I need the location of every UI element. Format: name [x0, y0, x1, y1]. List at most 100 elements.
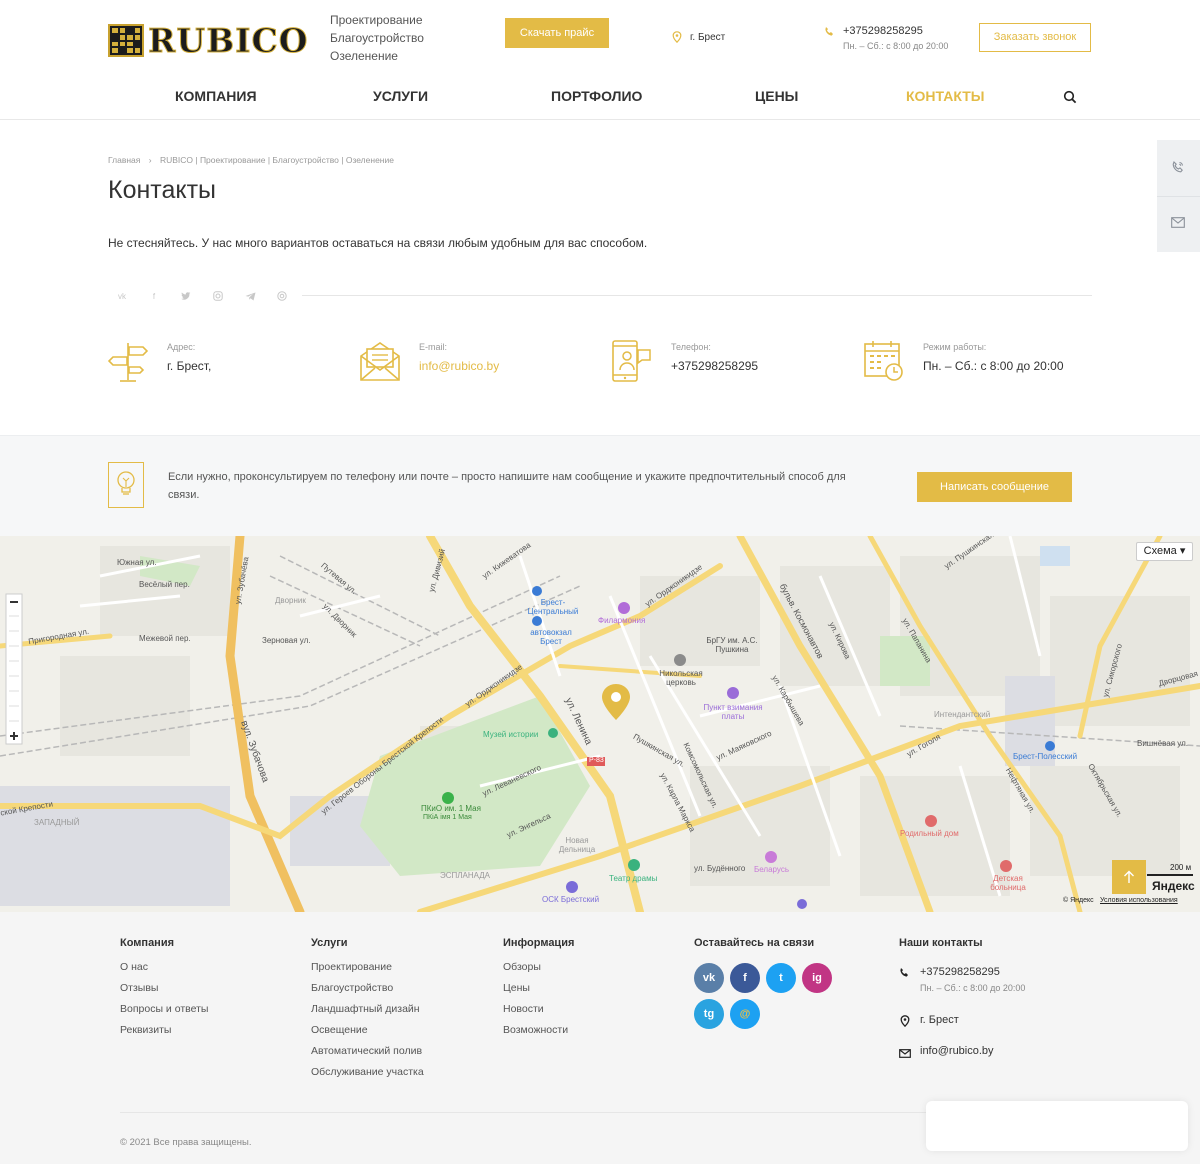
- map-label: ПКіА імя 1 Мая: [423, 814, 472, 821]
- envelope-icon: [899, 1049, 911, 1058]
- footer-col-title: Компания: [120, 937, 175, 949]
- yandex-map[interactable]: Южная ул. Весёлый пер. Пригородная ул. М…: [0, 536, 1200, 912]
- breadcrumb: Главная › RUBICO | Проектирование | Благ…: [108, 155, 400, 165]
- map-label: Никольская церковь: [659, 669, 703, 687]
- footer-link[interactable]: Освещение: [311, 1024, 424, 1045]
- logo-text: RUBICO: [148, 21, 309, 61]
- footer-link[interactable]: О нас: [120, 961, 208, 982]
- contact-label: Телефон:: [671, 342, 711, 352]
- footer-link[interactable]: Автоматический полив: [311, 1045, 424, 1066]
- footer-link[interactable]: Ландшафтный дизайн: [311, 1003, 424, 1024]
- phone-call-icon[interactable]: [1171, 160, 1185, 174]
- email-icon[interactable]: [274, 290, 290, 302]
- map-label: Зерновая ул.: [262, 636, 311, 645]
- map-canvas[interactable]: [0, 536, 1200, 912]
- map-label: Дворник: [275, 596, 306, 605]
- lightbulb-icon: [108, 462, 144, 508]
- footer-col-title: Наши контакты: [899, 937, 983, 949]
- footer-link[interactable]: Реквизиты: [120, 1024, 208, 1045]
- footer-col-contacts: Наши контакты: [899, 937, 983, 961]
- footer-link[interactable]: Вопросы и ответы: [120, 1003, 208, 1024]
- yandex-logo: Яндекс: [1152, 879, 1195, 893]
- map-label: ЭСПЛАНАДА: [440, 871, 490, 880]
- map-terms-link[interactable]: Условия использования: [1100, 897, 1178, 904]
- footer-link[interactable]: Отзывы: [120, 982, 208, 1003]
- footer-email-icon[interactable]: @: [730, 999, 760, 1029]
- nav-item-contacts[interactable]: КОНТАКТЫ: [906, 88, 984, 104]
- map-label: ул. Будённого: [694, 864, 746, 873]
- twitter-icon[interactable]: [178, 290, 194, 302]
- phone-icon: [825, 27, 833, 36]
- map-label: автовокзал Брест: [530, 628, 572, 646]
- map-label: Р-83: [589, 757, 604, 764]
- footer-instagram-icon[interactable]: ig: [802, 963, 832, 993]
- telegram-icon[interactable]: [242, 290, 258, 302]
- mail-icon: [360, 342, 400, 381]
- footer-link[interactable]: Благоустройство: [311, 982, 424, 1003]
- nav-item-portfolio[interactable]: ПОРТФОЛИО: [551, 88, 642, 104]
- nav-item-company[interactable]: КОМПАНИЯ: [175, 88, 257, 104]
- phone-icon: [900, 968, 908, 977]
- footer-col-company: Компания О нас Отзывы Вопросы и ответы Р…: [120, 937, 208, 1045]
- map-label: ЗАПАДНЫЙ: [34, 818, 80, 827]
- header-phone[interactable]: +375298258295 Пн. – Сб.: с 8:00 до 20:00: [824, 25, 948, 51]
- map-label: Музей истории: [483, 730, 539, 739]
- arrow-up-icon: [1124, 870, 1134, 883]
- footer-twitter-icon[interactable]: t: [766, 963, 796, 993]
- nav-item-services[interactable]: УСЛУГИ: [373, 88, 428, 104]
- map-type-button[interactable]: Схема ▾: [1136, 542, 1193, 561]
- email-link[interactable]: info@rubico.by: [419, 359, 499, 373]
- footer-col-social: Оставайтесь на связи: [694, 937, 814, 961]
- location-pin-icon: [900, 1015, 910, 1027]
- map-label: Беларусь: [754, 865, 789, 874]
- footer-link[interactable]: Возможности: [503, 1024, 574, 1045]
- write-message-button[interactable]: Написать сообщение: [917, 472, 1072, 502]
- footer-link[interactable]: Обзоры: [503, 961, 574, 982]
- social-links: vk f: [114, 290, 290, 302]
- search-icon[interactable]: [1063, 90, 1077, 104]
- footer-link[interactable]: Новости: [503, 1003, 574, 1024]
- footer-col-info: Информация Обзоры Цены Новости Возможнос…: [503, 937, 574, 1045]
- download-price-button[interactable]: Скачать прайс: [505, 18, 609, 48]
- map-label: ОСК Брестский: [542, 895, 600, 904]
- footer-link[interactable]: Цены: [503, 982, 574, 1003]
- breadcrumb-current[interactable]: RUBICO | Проектирование | Благоустройств…: [160, 155, 394, 165]
- side-contact-widget: [1157, 140, 1200, 252]
- page-intro: Не стесняйтесь. У нас много вариантов ос…: [108, 236, 648, 250]
- map-label: ПКиО им. 1 Мая: [421, 804, 481, 813]
- contact-address: Адрес: г. Брест,: [108, 340, 338, 384]
- footer-link[interactable]: Проектирование: [311, 961, 424, 982]
- footer-email-link: info@rubico.by: [920, 1045, 994, 1057]
- logo-mark-icon: [108, 24, 144, 57]
- breadcrumb-home[interactable]: Главная: [108, 155, 140, 165]
- contact-value: г. Брест,: [167, 359, 212, 373]
- footer-hours: Пн. – Сб.: с 8:00 до 20:00: [920, 983, 1026, 993]
- slogan-line: Озеленение: [330, 49, 398, 63]
- work-hours: Пн. – Сб.: с 8:00 до 20:00: [843, 41, 949, 51]
- logo[interactable]: RUBICO: [108, 21, 309, 61]
- signpost-icon: [108, 343, 148, 382]
- footer-link[interactable]: Обслуживание участка: [311, 1066, 424, 1087]
- map-scale: 200 м: [1170, 863, 1192, 872]
- footer-col-title: Услуги: [311, 937, 348, 949]
- city-selector[interactable]: г. Брест: [672, 31, 725, 43]
- map-label: Брест-Центральный: [527, 598, 579, 616]
- order-call-button[interactable]: Заказать звонок: [979, 23, 1091, 52]
- nav-item-prices[interactable]: ЦЕНЫ: [755, 88, 798, 104]
- chat-widget[interactable]: [926, 1101, 1188, 1151]
- map-copyright: © Яндекс: [1063, 897, 1094, 904]
- facebook-icon[interactable]: f: [146, 290, 162, 302]
- contact-value[interactable]: +375298258295: [671, 359, 758, 373]
- contact-label: E-mail:: [419, 342, 448, 352]
- vk-icon[interactable]: vk: [114, 290, 130, 302]
- scroll-to-top-button[interactable]: [1112, 860, 1146, 894]
- instagram-icon[interactable]: [210, 290, 226, 302]
- envelope-icon[interactable]: [1171, 217, 1185, 228]
- footer-vk-icon[interactable]: vk: [694, 963, 724, 993]
- city-label: г. Брест: [690, 31, 726, 43]
- copyright: © 2021 Все права защищены.: [120, 1137, 252, 1148]
- map-label: Театр драмы: [609, 874, 658, 883]
- footer-telegram-icon[interactable]: tg: [694, 999, 724, 1029]
- map-label: Весёлый пер.: [139, 580, 190, 589]
- footer-facebook-icon[interactable]: f: [730, 963, 760, 993]
